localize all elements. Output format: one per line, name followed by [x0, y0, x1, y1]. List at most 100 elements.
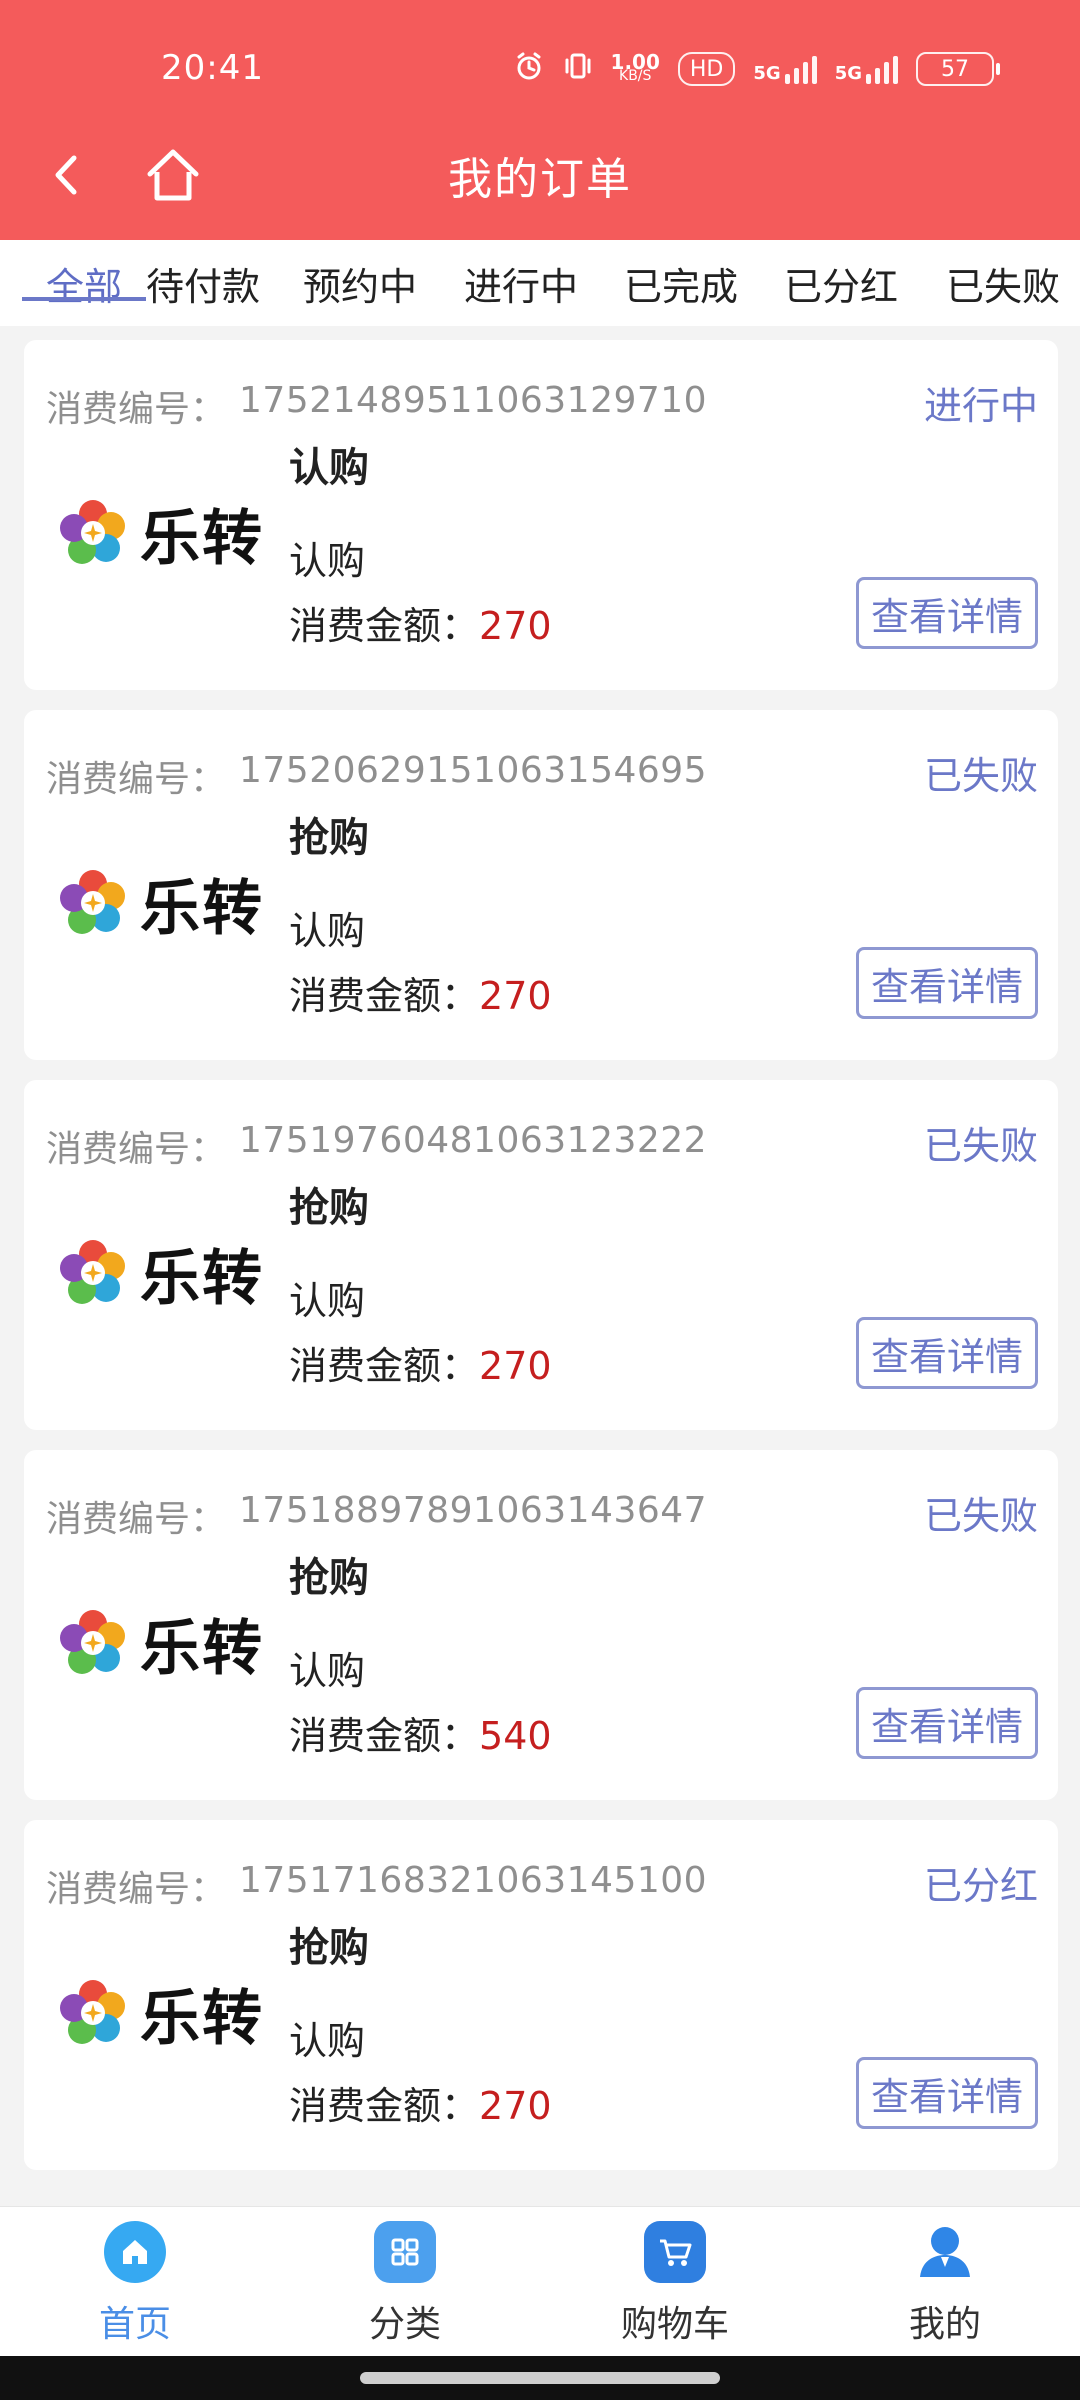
order-status: 进行中	[923, 384, 1038, 428]
tab-label: 已分红	[783, 264, 898, 309]
user-icon	[914, 2221, 976, 2283]
product-subtitle: 认购	[289, 1279, 366, 1323]
brand-flower-icon	[60, 1610, 125, 1674]
order-status: 已分红	[923, 1864, 1038, 1908]
status-icons: 1.00 KB/S HD 5G 5G 57	[513, 50, 1000, 88]
amount-label: 消费金额：	[289, 1344, 480, 1388]
order-card[interactable]: 消费编号： 17518897891063143647 已失败 乐转 抢购 认购 …	[24, 1450, 1058, 1800]
order-number: 17517168321063145100	[239, 1860, 708, 1901]
order-card[interactable]: 消费编号： 17521489511063129710 进行中 乐转 认购 认购 …	[24, 340, 1058, 690]
home-icon	[104, 2221, 166, 2283]
nav-label: 我的	[908, 2304, 981, 2345]
tab-label: 预约中	[302, 264, 417, 309]
network-speed: 1.00 KB/S	[610, 50, 660, 84]
network-speed-unit: KB/S	[619, 68, 652, 84]
brand-name: 乐转	[140, 503, 264, 574]
signal-bars-icon	[784, 54, 817, 84]
order-card[interactable]: 消费编号： 17520629151063154695 已失败 乐转 抢购 认购 …	[24, 710, 1058, 1060]
amount-row: 消费金额： 270	[289, 595, 552, 650]
view-details-button[interactable]: 查看详情	[856, 947, 1038, 1019]
view-details-label: 查看详情	[870, 2074, 1023, 2119]
cart-icon	[644, 2221, 706, 2283]
battery-level: 57	[916, 52, 994, 86]
page-title: 我的订单	[448, 154, 632, 205]
nav-label: 购物车	[620, 2304, 729, 2345]
brand-logo: 乐转	[56, 1970, 276, 2056]
nav-cart[interactable]: 购物车	[575, 2221, 775, 2351]
order-status: 已失败	[923, 754, 1038, 798]
order-number: 17521489511063129710	[239, 380, 708, 421]
amount-label: 消费金额：	[289, 604, 480, 648]
brand-flower-icon	[60, 870, 125, 934]
view-details-button[interactable]: 查看详情	[856, 577, 1038, 649]
view-details-label: 查看详情	[870, 594, 1023, 639]
order-number: 17519760481063123222	[239, 1120, 708, 1161]
order-number-label: 消费编号：	[46, 759, 227, 800]
tab-pending-payment[interactable]: 待付款	[140, 240, 266, 326]
sim1-label: 5G	[753, 63, 781, 84]
product-subtitle: 认购	[289, 539, 366, 583]
order-status: 已失败	[923, 1494, 1038, 1538]
battery-icon: 57	[916, 52, 1000, 86]
product-title: 抢购	[289, 1555, 369, 1601]
alarm-icon	[513, 50, 545, 88]
brand-flower-icon	[60, 500, 125, 564]
order-card[interactable]: 消费编号： 17517168321063145100 已分红 乐转 抢购 认购 …	[24, 1820, 1058, 2170]
order-number-label: 消费编号：	[46, 1869, 227, 1910]
view-details-button[interactable]: 查看详情	[856, 1687, 1038, 1759]
view-details-button[interactable]: 查看详情	[856, 2057, 1038, 2129]
brand-name: 乐转	[140, 1983, 264, 2054]
nav-me[interactable]: 我的	[845, 2221, 1045, 2351]
order-number-label: 消费编号：	[46, 1499, 227, 1540]
amount-value: 270	[479, 1344, 552, 1388]
view-details-button[interactable]: 查看详情	[856, 1317, 1038, 1389]
product-subtitle: 认购	[289, 1649, 366, 1693]
header-bar: 20:41 1.00 KB/S HD 5G 5G 57 我的订单	[0, 0, 1080, 240]
amount-row: 消费金额： 540	[289, 1705, 552, 1760]
product-subtitle: 认购	[289, 2019, 366, 2063]
tab-reserved[interactable]: 预约中	[297, 240, 423, 326]
vibrate-icon	[563, 50, 593, 88]
tab-failed[interactable]: 已失败	[940, 240, 1066, 326]
nav-home[interactable]: 首页	[35, 2221, 235, 2351]
status-time: 20:41	[161, 48, 264, 88]
brand-logo: 乐转	[56, 490, 276, 576]
brand-logo: 乐转	[56, 1600, 276, 1686]
nav-category[interactable]: 分类	[305, 2221, 505, 2351]
order-number-label: 消费编号：	[46, 389, 227, 430]
brand-flower-icon	[60, 1980, 125, 2044]
order-number: 17518897891063143647	[239, 1490, 708, 1531]
product-title: 抢购	[289, 815, 369, 861]
order-tabs: 全部 待付款 预约中 进行中 已完成 已分红 已失败	[0, 240, 1080, 326]
tab-in-progress[interactable]: 进行中	[458, 240, 584, 326]
view-details-label: 查看详情	[870, 964, 1023, 1009]
brand-name: 乐转	[140, 873, 264, 944]
gesture-bar	[0, 2356, 1080, 2400]
order-status: 已失败	[923, 1124, 1038, 1168]
tab-label: 进行中	[463, 264, 578, 309]
brand-name: 乐转	[140, 1243, 264, 1314]
tab-label: 待付款	[145, 264, 260, 309]
tab-dividend[interactable]: 已分红	[778, 240, 904, 326]
signal-bars-icon	[866, 54, 898, 84]
product-title: 认购	[289, 445, 369, 491]
amount-value: 270	[479, 604, 552, 648]
brand-name: 乐转	[140, 1613, 264, 1684]
order-card[interactable]: 消费编号： 17519760481063123222 已失败 乐转 抢购 认购 …	[24, 1080, 1058, 1430]
view-details-label: 查看详情	[870, 1704, 1023, 1749]
brand-logo: 乐转	[56, 860, 276, 946]
active-tab-indicator	[22, 297, 146, 301]
product-title: 抢购	[289, 1185, 369, 1231]
network-speed-value: 1.00	[610, 50, 660, 74]
brand-flower-icon	[60, 1240, 125, 1304]
nav-label: 分类	[368, 2304, 441, 2345]
tab-completed[interactable]: 已完成	[618, 240, 744, 326]
home-indicator[interactable]	[360, 2372, 720, 2384]
amount-row: 消费金额： 270	[289, 2075, 552, 2130]
order-number: 17520629151063154695	[239, 750, 708, 791]
grid-icon	[374, 2221, 436, 2283]
amount-value: 270	[479, 2084, 552, 2128]
tab-all[interactable]: 全部	[22, 240, 146, 326]
product-subtitle: 认购	[289, 909, 366, 953]
signal-sim2: 5G	[835, 54, 898, 84]
